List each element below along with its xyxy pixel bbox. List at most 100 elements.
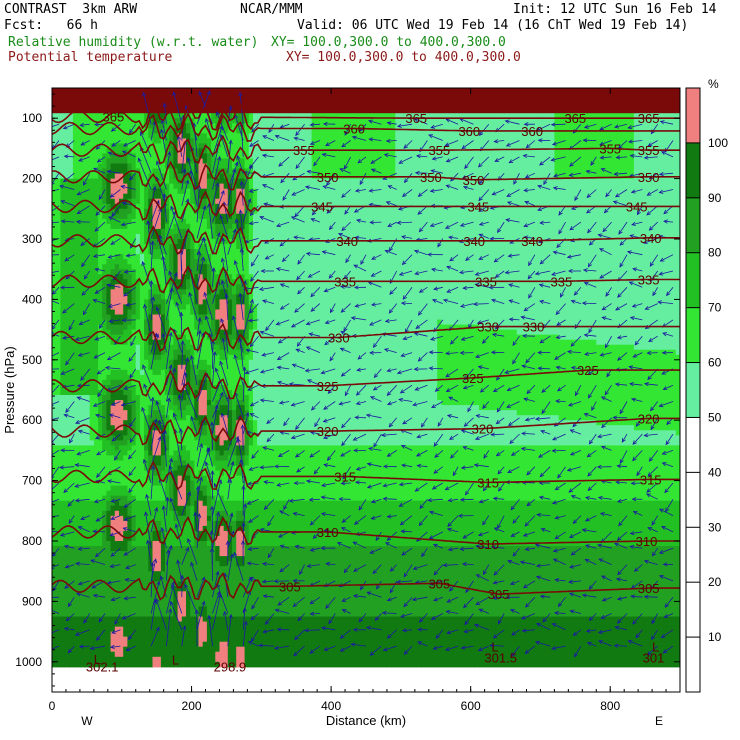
rh-cell xyxy=(89,213,95,220)
rh-cell xyxy=(64,480,70,487)
rh-cell xyxy=(135,234,141,240)
rh-cell xyxy=(93,93,99,99)
rh-cell xyxy=(181,415,187,421)
rh-cell xyxy=(72,304,78,310)
rh-cell xyxy=(202,435,208,441)
rh-cell xyxy=(89,223,95,230)
rh-cell xyxy=(114,490,120,497)
rh-cell xyxy=(135,344,141,351)
rh-cell xyxy=(119,656,124,663)
rh-cell xyxy=(219,646,225,653)
rh-cell xyxy=(106,269,112,275)
rh-cell xyxy=(144,188,149,195)
rh-cell xyxy=(186,284,191,290)
rh-cell xyxy=(211,465,216,472)
rh-cell xyxy=(156,561,162,567)
rh-cell xyxy=(131,259,137,265)
rh-cell xyxy=(177,551,183,557)
rh-cell xyxy=(219,641,225,648)
rh-cell xyxy=(123,244,128,250)
rh-cell xyxy=(131,651,137,658)
rh-cell xyxy=(98,183,103,190)
rh-cell xyxy=(106,299,112,305)
rh-cell xyxy=(110,576,116,582)
rh-cell xyxy=(119,369,124,376)
rh-cell xyxy=(89,465,95,472)
rh-cell xyxy=(206,354,212,361)
rh-cell xyxy=(110,138,116,144)
rh-cell xyxy=(106,223,112,230)
rh-cell xyxy=(60,168,66,175)
rh-cell xyxy=(64,455,70,461)
rh-cell xyxy=(77,510,82,517)
rh-cell xyxy=(60,359,66,366)
rh-cell xyxy=(177,198,183,205)
rh-cell xyxy=(173,153,179,159)
rh-cell xyxy=(173,495,179,502)
rh-cell xyxy=(93,611,99,618)
rh-cell xyxy=(131,601,137,607)
rh-cell xyxy=(93,98,99,104)
rh-cell xyxy=(102,405,107,411)
rh-cell xyxy=(106,359,112,366)
rh-cell xyxy=(119,309,124,316)
rh-cell xyxy=(81,254,87,260)
rh-cell xyxy=(110,103,116,109)
rh-cell xyxy=(56,400,61,406)
rh-cell xyxy=(127,405,133,411)
rh-cell xyxy=(102,309,107,316)
rh-cell xyxy=(93,520,99,527)
rh-cell xyxy=(202,536,208,542)
rh-cell xyxy=(123,606,128,612)
rh-cell xyxy=(60,571,66,577)
rh-cell xyxy=(81,299,87,305)
rh-cell xyxy=(211,324,216,331)
rh-cell xyxy=(177,163,183,170)
rh-cell xyxy=(144,299,149,305)
rh-cell xyxy=(56,88,61,94)
rh-cell xyxy=(190,515,195,522)
rh-cell xyxy=(106,344,112,351)
rh-cell xyxy=(139,641,145,648)
rh-cell xyxy=(135,319,141,326)
rh-cell xyxy=(119,500,124,507)
rh-cell xyxy=(119,274,124,280)
rh-cell xyxy=(227,88,233,94)
rh-cell xyxy=(135,616,141,623)
rh-cell xyxy=(148,626,154,633)
rh-cell xyxy=(202,344,208,351)
rh-cell xyxy=(72,319,78,326)
rh-cell xyxy=(160,309,166,316)
rh-cell xyxy=(110,133,116,139)
rh-cell xyxy=(190,218,195,225)
rh-cell xyxy=(123,450,128,456)
rh-cell xyxy=(194,274,200,280)
rh-cell xyxy=(186,304,191,310)
rh-cell xyxy=(93,490,99,497)
rh-cell xyxy=(227,601,233,607)
rh-cell xyxy=(93,631,99,638)
rh-cell xyxy=(177,505,183,512)
rh-cell xyxy=(160,234,166,240)
rh-cell xyxy=(131,314,137,321)
rh-cell xyxy=(77,435,82,441)
rh-cell xyxy=(131,586,137,592)
rh-cell xyxy=(110,173,116,180)
rh-cell xyxy=(110,536,116,542)
rh-cell xyxy=(64,379,70,386)
rh-cell xyxy=(102,128,107,134)
rh-cell xyxy=(102,606,107,612)
rh-cell xyxy=(64,591,70,597)
rh-cell xyxy=(215,264,221,270)
rh-cell xyxy=(194,505,200,512)
rh-cell xyxy=(72,309,78,316)
rh-cell xyxy=(181,304,187,310)
rh-cell xyxy=(206,571,212,577)
rh-cell xyxy=(89,188,95,195)
rh-cell xyxy=(186,566,191,572)
rh-cell xyxy=(68,571,74,577)
rh-cell xyxy=(177,631,183,638)
rh-cell xyxy=(110,228,116,235)
rh-cell xyxy=(232,309,237,316)
rh-cell xyxy=(102,93,107,99)
